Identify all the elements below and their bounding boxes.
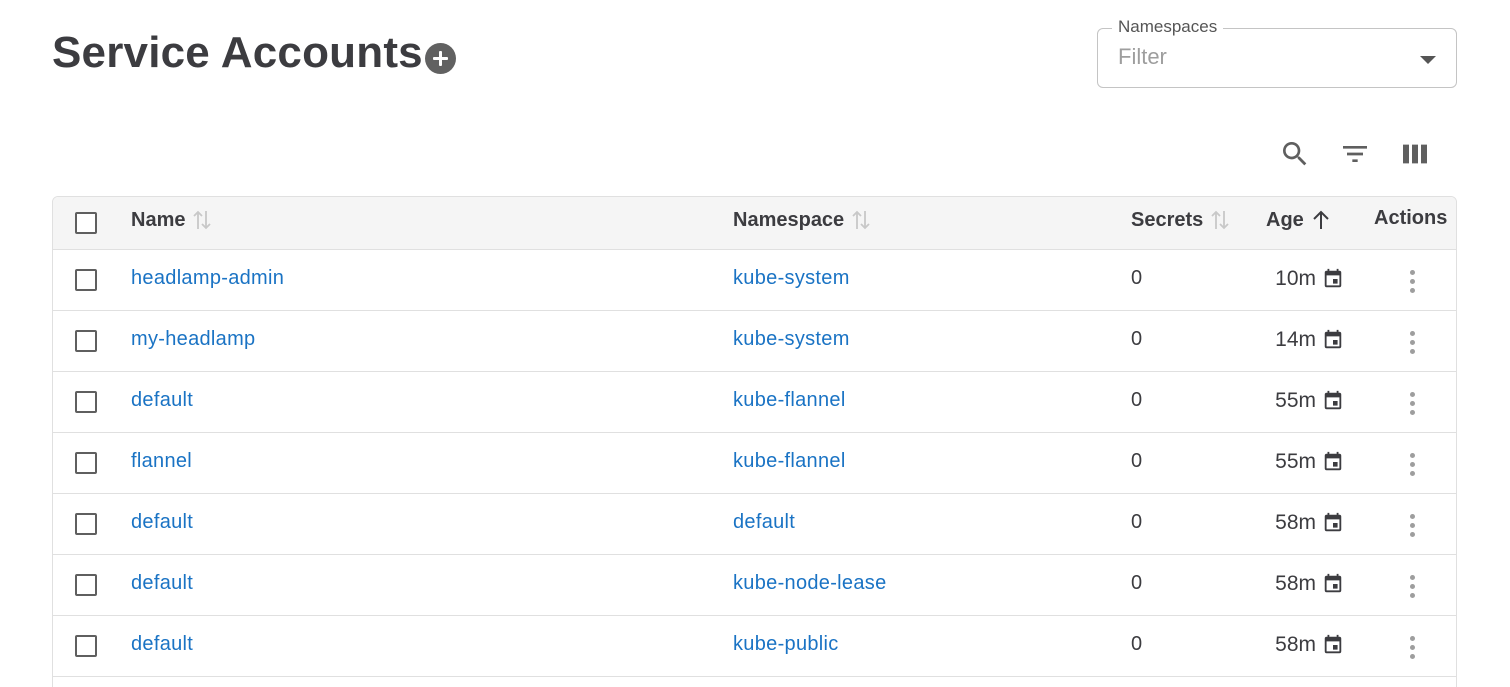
service-account-name-link[interactable]: my-headlamp	[131, 328, 255, 351]
age-cell: 55m	[1275, 389, 1344, 413]
age-value: 58m	[1275, 572, 1316, 595]
row-actions-menu-icon[interactable]	[1403, 267, 1423, 295]
row-actions-menu-icon[interactable]	[1403, 633, 1423, 661]
service-account-name-link[interactable]: default	[131, 572, 193, 595]
row-actions-menu-icon[interactable]	[1403, 389, 1423, 417]
secrets-count: 0	[1131, 633, 1143, 655]
row-actions-menu-icon[interactable]	[1403, 450, 1423, 478]
secrets-count: 0	[1131, 572, 1143, 594]
calendar-icon	[1324, 390, 1342, 410]
select-all-checkbox[interactable]	[75, 212, 97, 234]
table-row: my-headlamp kube-system 0 14m	[53, 311, 1456, 372]
sort-icon[interactable]	[1209, 207, 1231, 233]
column-header-namespace-label: Namespace	[733, 208, 845, 231]
table-row: flannel kube-flannel 0 55m	[53, 433, 1456, 494]
row-actions-menu-icon[interactable]	[1403, 328, 1423, 356]
calendar-icon	[1324, 573, 1342, 593]
column-header-name-label: Name	[131, 208, 186, 231]
table-header: Name Namespace Secrets Age Actions	[53, 197, 1456, 250]
row-checkbox[interactable]	[75, 574, 97, 596]
table-row: default default 0 58m	[53, 494, 1456, 555]
service-account-name-link[interactable]: default	[131, 633, 193, 656]
filter-icon[interactable]	[1339, 138, 1371, 170]
age-cell: 14m	[1275, 328, 1344, 352]
namespace-link[interactable]: kube-node-lease	[733, 572, 887, 595]
column-header-namespace[interactable]: Namespace	[733, 207, 872, 233]
column-header-secrets[interactable]: Secrets	[1131, 207, 1231, 233]
row-checkbox[interactable]	[75, 330, 97, 352]
service-account-name-link[interactable]: flannel	[131, 450, 192, 473]
namespaces-filter-placeholder: Filter	[1118, 44, 1167, 69]
row-actions-menu-icon[interactable]	[1403, 511, 1423, 539]
row-checkbox[interactable]	[75, 269, 97, 291]
namespace-link[interactable]: default	[733, 511, 795, 534]
row-checkbox[interactable]	[75, 452, 97, 474]
secrets-count: 0	[1131, 511, 1143, 533]
age-value: 58m	[1275, 511, 1316, 534]
secrets-count: 0	[1131, 328, 1143, 350]
age-value: 58m	[1275, 633, 1316, 656]
age-cell: 10m	[1275, 267, 1344, 291]
table-row: headlamp-admin kube-system 0 10m	[53, 250, 1456, 311]
secrets-count: 0	[1131, 450, 1143, 472]
namespaces-filter-select[interactable]: Namespaces Filter	[1097, 17, 1457, 88]
add-service-account-button[interactable]	[425, 43, 456, 74]
age-cell: 55m	[1275, 450, 1344, 474]
calendar-icon	[1324, 451, 1342, 471]
service-account-name-link[interactable]: default	[131, 511, 193, 534]
column-header-name[interactable]: Name	[131, 207, 213, 233]
age-cell: 58m	[1275, 572, 1344, 596]
age-cell: 58m	[1275, 511, 1344, 535]
column-header-secrets-label: Secrets	[1131, 208, 1204, 231]
namespace-link[interactable]: kube-flannel	[733, 389, 846, 412]
age-value: 14m	[1275, 328, 1316, 351]
table-row: default kube-node-lease 0 58m	[53, 555, 1456, 616]
column-header-age[interactable]: Age	[1266, 207, 1332, 233]
namespaces-filter-label: Namespaces	[1112, 17, 1224, 37]
sort-icon[interactable]	[850, 207, 872, 233]
row-actions-menu-icon[interactable]	[1403, 572, 1423, 600]
namespace-link[interactable]: kube-system	[733, 328, 850, 351]
namespace-link[interactable]: kube-system	[733, 267, 850, 290]
caret-down-icon[interactable]	[1420, 56, 1436, 64]
secrets-count: 0	[1131, 389, 1143, 411]
age-value: 55m	[1275, 450, 1316, 473]
service-account-name-link[interactable]: default	[131, 389, 193, 412]
secrets-count: 0	[1131, 267, 1143, 289]
column-header-actions-label: Actions	[1374, 207, 1448, 229]
search-icon[interactable]	[1279, 138, 1311, 170]
service-accounts-table: Name Namespace Secrets Age Actions headl…	[52, 196, 1457, 687]
row-checkbox[interactable]	[75, 513, 97, 535]
age-value: 55m	[1275, 389, 1316, 412]
namespace-link[interactable]: kube-public	[733, 633, 839, 656]
column-header-age-label: Age	[1266, 208, 1304, 231]
sort-icon[interactable]	[191, 207, 213, 233]
columns-icon[interactable]	[1399, 138, 1431, 170]
row-checkbox[interactable]	[75, 635, 97, 657]
age-value: 10m	[1275, 267, 1316, 290]
table-row: default kube-public 0 58m	[53, 616, 1456, 677]
namespace-link[interactable]: kube-flannel	[733, 450, 846, 473]
page-title: Service Accounts	[52, 28, 423, 77]
row-checkbox[interactable]	[75, 391, 97, 413]
age-cell: 58m	[1275, 633, 1344, 657]
calendar-icon	[1324, 634, 1342, 654]
table-row: default kube-flannel 0 55m	[53, 372, 1456, 433]
calendar-icon	[1324, 512, 1342, 532]
calendar-icon	[1324, 268, 1342, 288]
column-header-actions: Actions	[1374, 207, 1447, 230]
arrow-up-icon[interactable]	[1310, 207, 1332, 233]
calendar-icon	[1324, 329, 1342, 349]
service-account-name-link[interactable]: headlamp-admin	[131, 267, 284, 290]
